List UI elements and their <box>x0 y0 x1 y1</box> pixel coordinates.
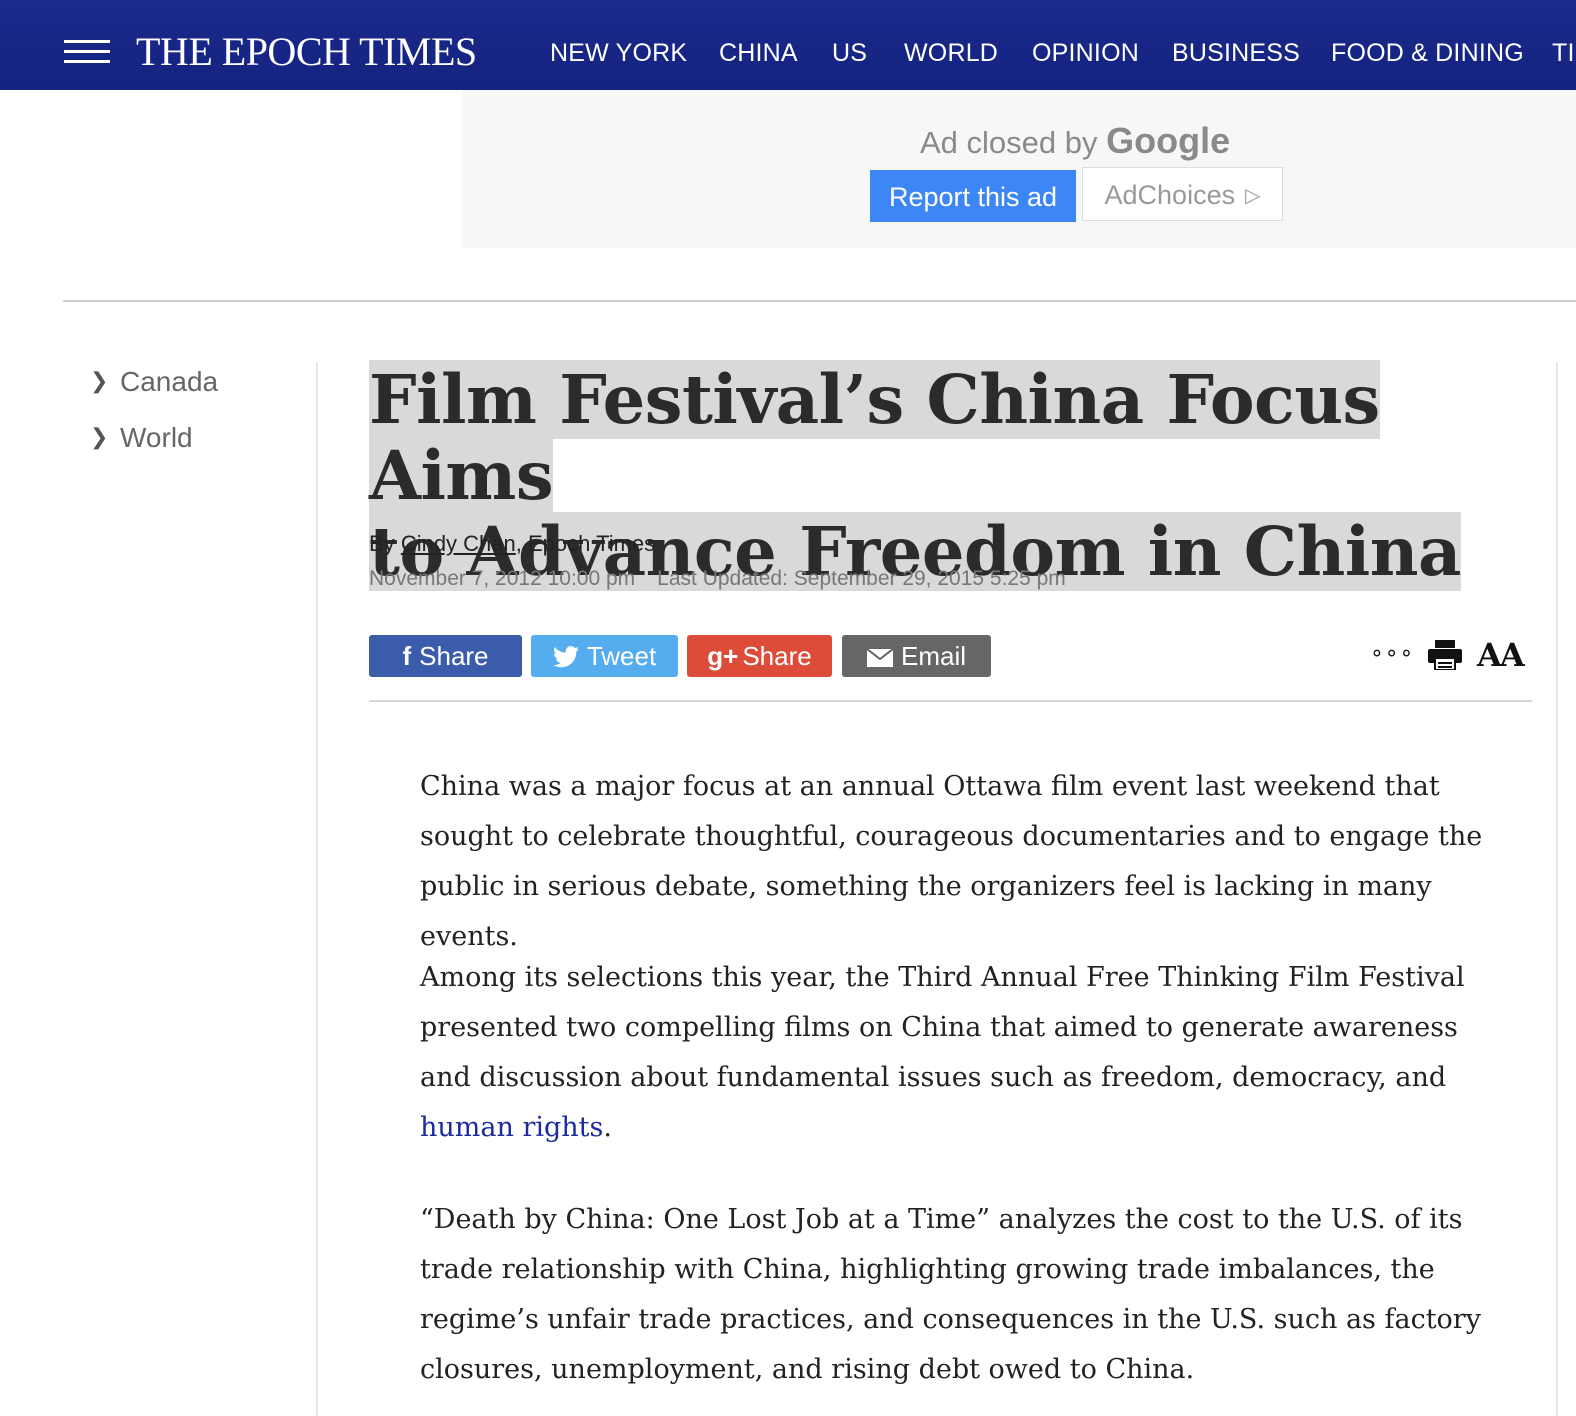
site-logo[interactable]: THE EPOCH TIMES <box>136 28 477 75</box>
published-date: November 7, 2012 10:00 pm <box>369 567 636 590</box>
envelope-icon <box>866 648 894 667</box>
paragraph-end: . <box>603 1112 612 1143</box>
sidebar-divider <box>316 362 318 1416</box>
adchoices-label: AdChoices <box>1104 180 1236 210</box>
sidebar-item-canada[interactable]: ❯ Canada <box>90 366 218 398</box>
article-paragraph: “Death by China: One Lost Job at a Time”… <box>420 1204 1481 1385</box>
chevron-right-icon: ❯ <box>90 368 109 393</box>
facebook-share-button[interactable]: f Share <box>369 635 522 677</box>
human-rights-link[interactable]: human rights <box>420 1112 603 1143</box>
nav-item-opinion[interactable]: OPINION <box>1032 39 1139 68</box>
twitter-bird-icon <box>552 646 579 668</box>
sidebar-item-world[interactable]: ❯ World <box>90 422 193 454</box>
article-dates: November 7, 2012 10:00 pm Last Updated: S… <box>369 567 1066 591</box>
nav-item-china[interactable]: CHINA <box>719 39 798 68</box>
title-line-1: Film Festival’s China Focus Aims <box>369 360 1380 515</box>
more-options-icon[interactable]: ∘∘∘ <box>1370 640 1414 666</box>
gplus-share-button[interactable]: g+ Share <box>687 635 832 677</box>
google-plus-icon: g+ <box>707 641 739 671</box>
nav-item-truncated[interactable]: TI <box>1552 39 1575 68</box>
nav-item-world[interactable]: WORLD <box>904 39 998 68</box>
google-logo: Google <box>1106 120 1231 161</box>
facebook-share-label: Share <box>419 641 489 671</box>
twitter-tweet-label: Tweet <box>586 641 657 671</box>
nav-item-business[interactable]: BUSINESS <box>1172 39 1300 68</box>
article-paragraph: China was a major focus at an annual Ott… <box>420 771 1483 952</box>
sidebar-item-label: Canada <box>120 366 219 397</box>
twitter-tweet-button[interactable]: Tweet <box>531 635 678 677</box>
author-link[interactable]: Cindy Chan <box>401 531 516 556</box>
menu-icon[interactable] <box>64 40 110 64</box>
print-icon[interactable] <box>1428 640 1462 670</box>
report-ad-button[interactable]: Report this ad <box>870 170 1076 222</box>
nav-item-food-dining[interactable]: FOOD & DINING <box>1331 39 1524 68</box>
chevron-right-icon: ❯ <box>90 424 109 449</box>
publication-name: , Epoch Times <box>515 531 656 556</box>
nav-item-us[interactable]: US <box>832 39 867 68</box>
section-divider <box>63 300 1576 302</box>
email-share-label: Email <box>900 641 966 671</box>
font-size-icon[interactable]: AA <box>1477 636 1525 674</box>
last-updated-date: Last Updated: September 29, 2015 5:25 pm <box>657 567 1066 590</box>
adchoices-button[interactable]: AdChoices ▷ <box>1082 167 1283 221</box>
share-divider <box>369 700 1532 702</box>
byline: By Cindy Chan, Epoch Times <box>369 531 655 557</box>
facebook-icon: f <box>402 641 412 671</box>
ad-closed-message: Ad closed by Google <box>920 120 1230 162</box>
gplus-share-label: Share <box>742 641 812 671</box>
font-size-label: AA <box>1477 636 1525 674</box>
content-right-border <box>1556 362 1558 1416</box>
ad-container <box>462 90 1576 248</box>
article-paragraph: Among its selections this year, the Thir… <box>420 953 1500 1153</box>
ad-closed-text: Ad closed by <box>920 125 1098 160</box>
adchoices-icon: ▷ <box>1245 185 1261 207</box>
nav-item-new-york[interactable]: NEW YORK <box>550 39 687 68</box>
paragraph-text: Among its selections this year, the Thir… <box>420 962 1465 1093</box>
email-share-button[interactable]: Email <box>842 635 991 677</box>
top-navigation-bar: THE EPOCH TIMES NEW YORK CHINA US WORLD … <box>0 0 1576 90</box>
byline-prefix: By <box>369 531 395 556</box>
sidebar-item-label: World <box>120 422 193 453</box>
